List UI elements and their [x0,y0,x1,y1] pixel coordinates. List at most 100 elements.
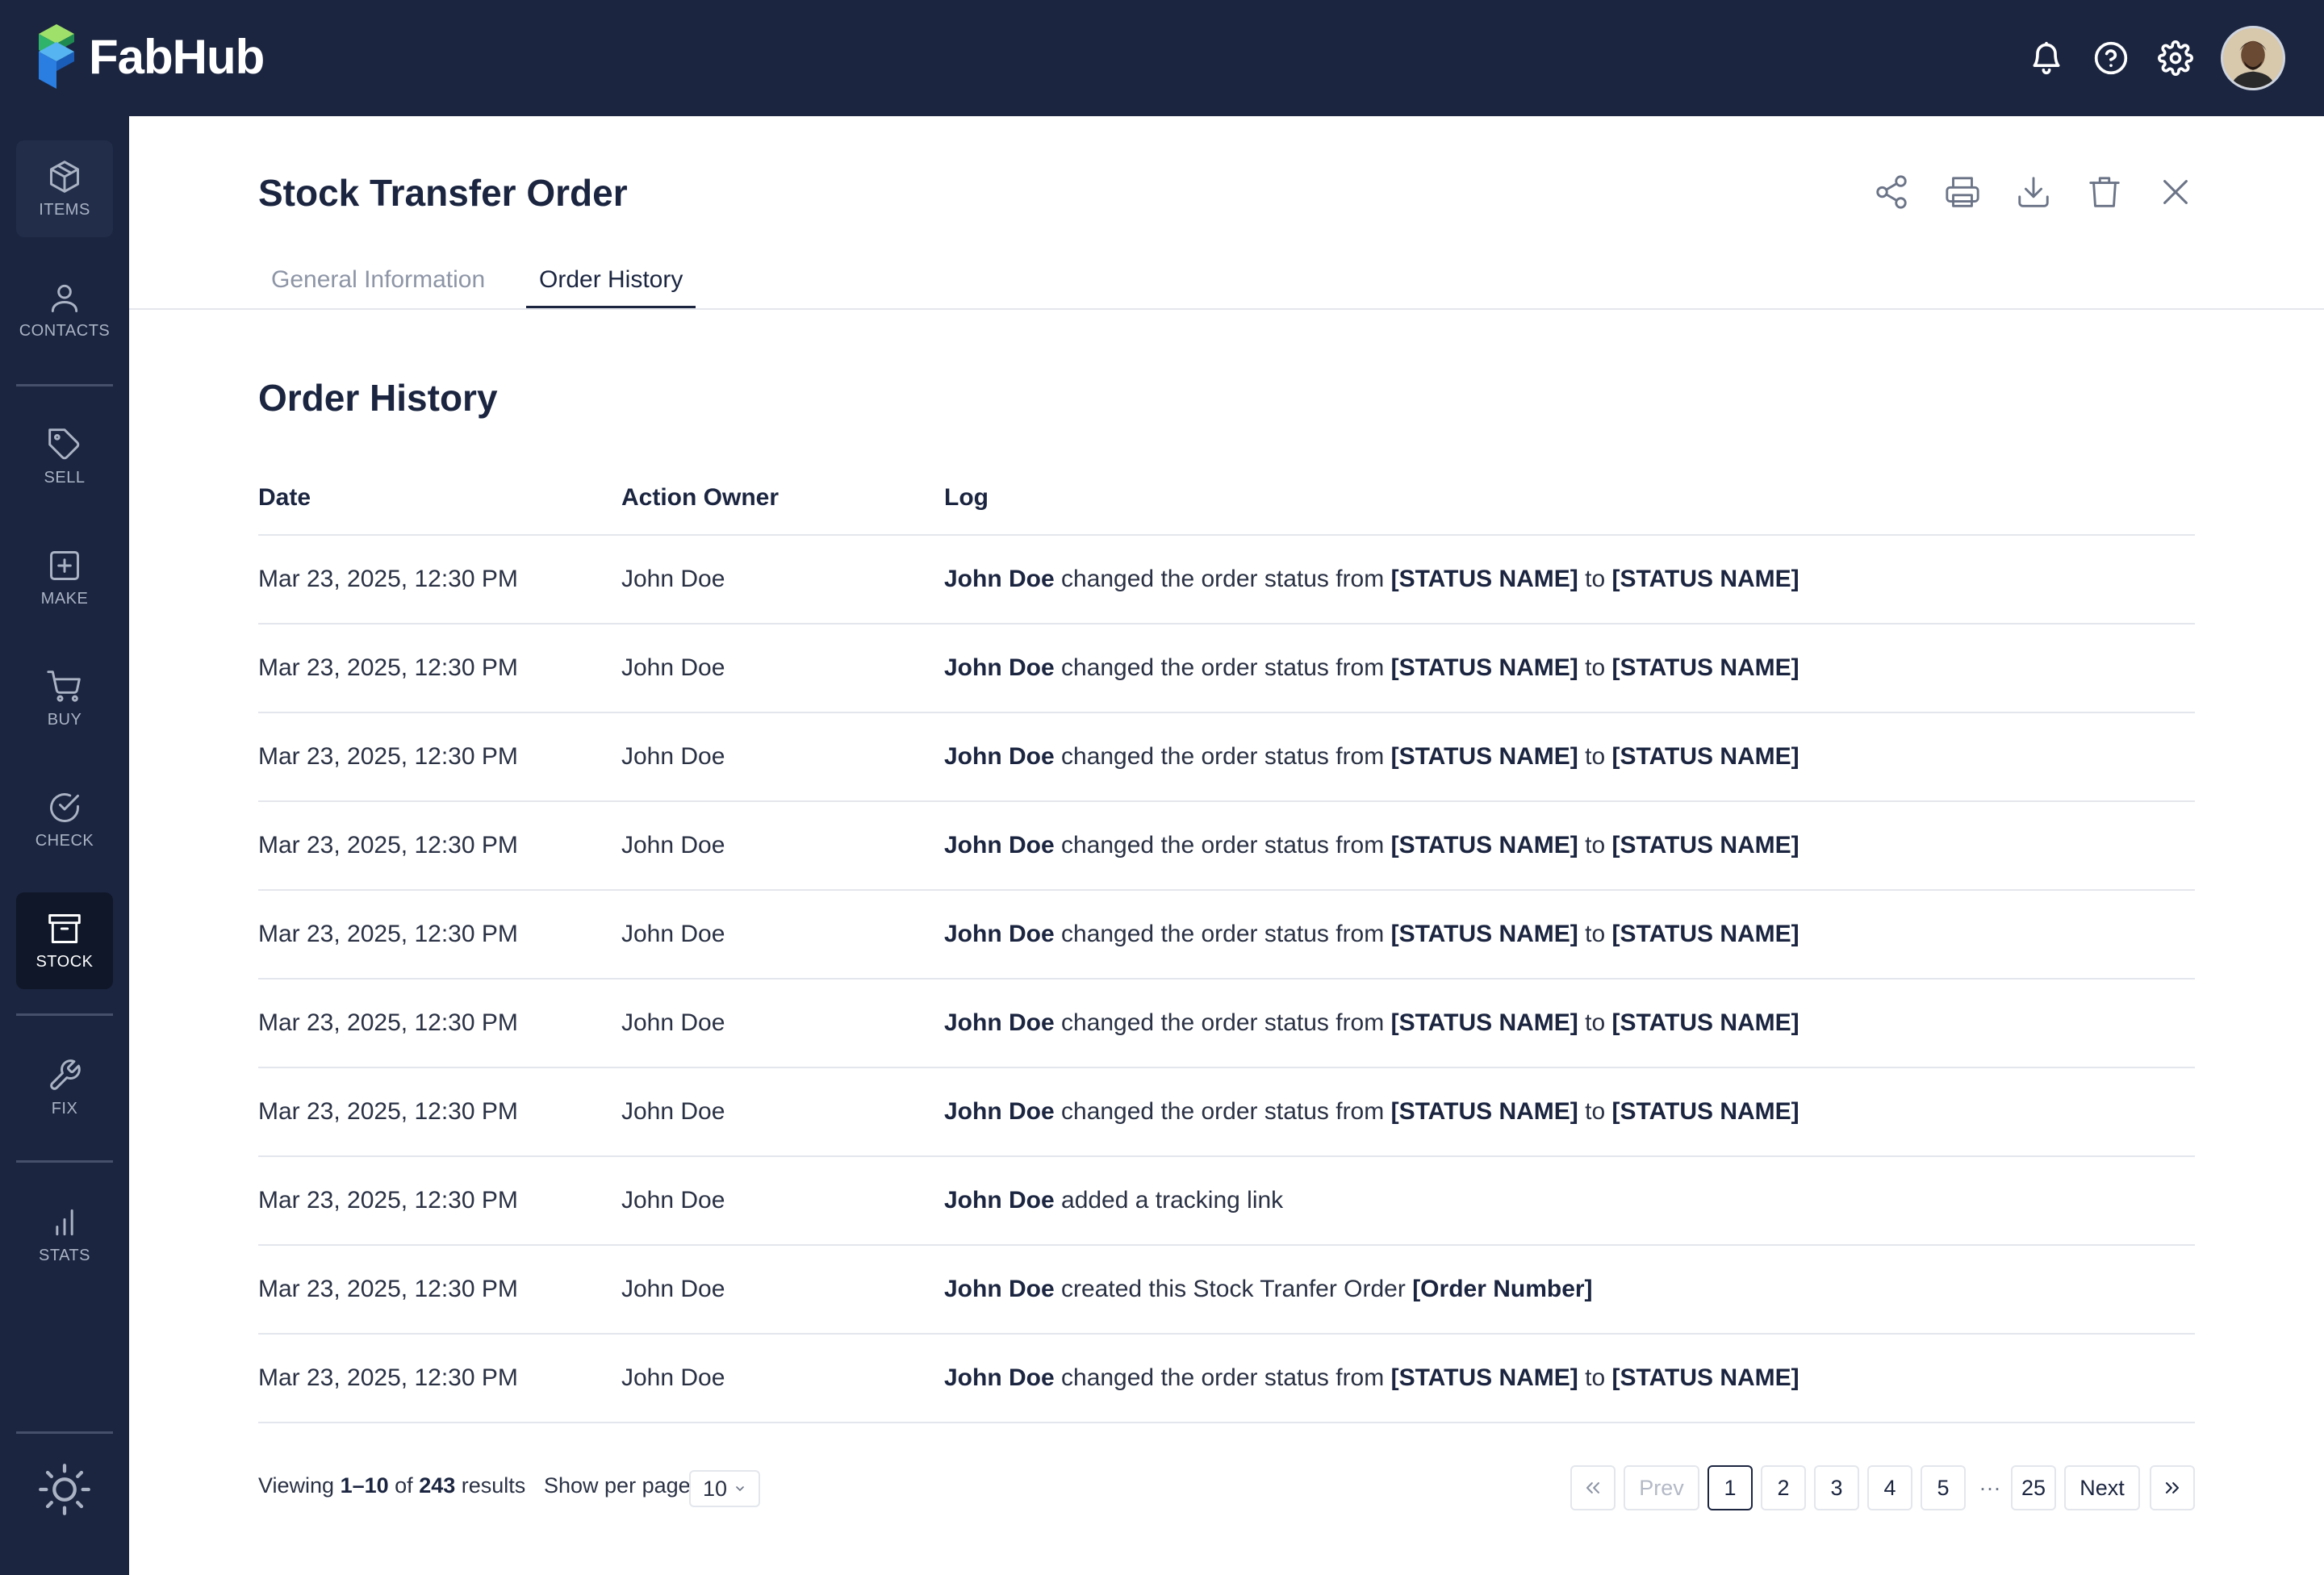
check-circle-icon [50,792,79,822]
sidebar-item-check[interactable]: CHECK [16,771,113,868]
log-b2: [STATUS NAME] [1611,654,1799,681]
log-text1: added a tracking link [1054,1187,1284,1214]
log-text1: changed the order status from [1054,1098,1391,1125]
cell-log: John Doe changed the order status from [… [944,802,1799,889]
results-range: 1–10 [340,1473,389,1498]
download-icon [2018,177,2049,207]
table-row: Mar 23, 2025, 12:30 PM John Doe John Doe c… [258,536,2195,625]
log-actor: John Doe [944,1009,1055,1036]
column-header-action-owner: Action Owner [621,484,780,511]
share-button[interactable] [1869,169,1914,215]
log-b2: [STATUS NAME] [1611,566,1799,592]
log-text1: changed the order status from [1054,921,1391,947]
table-row: Mar 23, 2025, 12:30 PM John Doe John Doe c… [258,802,2195,891]
sidebar-item-contacts[interactable]: CONTACTS [16,261,113,358]
tab-general-information[interactable]: General Information [271,266,485,310]
log-text2: to [1578,1009,1612,1036]
theme-toggle-button[interactable] [36,1460,94,1519]
page-button-1[interactable]: 1 [1707,1465,1753,1510]
cell-log: John Doe added a tracking link [944,1157,1283,1244]
pagination-ellipsis: ··· [1979,1475,2001,1500]
table-row: Mar 23, 2025, 12:30 PM John Doe John Doe c… [258,713,2195,802]
log-text2: to [1578,1364,1612,1391]
log-b1: [STATUS NAME] [1390,566,1578,592]
cell-action-owner: John Doe [621,654,725,681]
log-text1: changed the order status from [1054,1364,1391,1391]
cell-action-owner: John Doe [621,1276,725,1302]
page-button-3[interactable]: 3 [1814,1465,1859,1510]
sidebar-item-label: SELL [44,468,86,487]
tabs-divider [129,308,2324,310]
log-actor: John Doe [944,1187,1055,1214]
log-actor: John Doe [944,1364,1055,1391]
app-logo[interactable]: FabHub [36,24,265,89]
download-button[interactable] [2011,169,2056,215]
notifications-button[interactable] [2024,36,2069,81]
results-total: 243 [419,1473,456,1498]
sidebar-divider [16,1160,113,1163]
log-text2: to [1578,832,1612,859]
tab-order-history[interactable]: Order History [526,266,696,310]
page-button-4[interactable]: 4 [1867,1465,1912,1510]
user-avatar[interactable] [2221,26,2285,90]
cell-date: Mar 23, 2025, 12:30 PM [258,921,518,947]
cell-log: John Doe changed the order status from [… [944,1068,1799,1155]
sidebar-item-items[interactable]: ITEMS [16,140,113,237]
cell-date: Mar 23, 2025, 12:30 PM [258,832,518,859]
log-text2: to [1578,566,1612,592]
gear-icon [2158,40,2193,76]
top-bar: FabHub [0,0,2324,116]
viewing-prefix: Viewing [258,1473,341,1498]
cell-action-owner: John Doe [621,566,725,592]
log-b1: [STATUS NAME] [1390,1009,1578,1036]
help-button[interactable] [2088,36,2134,81]
log-b1: [STATUS NAME] [1390,654,1578,681]
log-actor: John Doe [944,921,1055,947]
sidebar-item-stats[interactable]: STATS [16,1186,113,1283]
page-button-5[interactable]: 5 [1921,1465,1966,1510]
printer-icon [1946,177,1979,207]
sidebar-item-buy[interactable]: BUY [16,650,113,747]
cell-action-owner: John Doe [621,921,725,947]
log-text1: changed the order status from [1054,1009,1391,1036]
table-row: Mar 23, 2025, 12:30 PM John Doe John Doe c… [258,1246,2195,1335]
print-button[interactable] [1940,169,1985,215]
next-page-button[interactable]: Next [2064,1465,2140,1510]
cell-log: John Doe created this Stock Tranfer Orde… [944,1246,1593,1333]
settings-button[interactable] [2153,36,2198,81]
sidebar-item-label: MAKE [40,589,89,608]
sidebar-item-make[interactable]: MAKE [16,529,113,626]
log-b1: [STATUS NAME] [1390,1364,1578,1391]
per-page-select[interactable]: 10 [689,1470,760,1507]
table-row: Mar 23, 2025, 12:30 PM John Doe John Doe c… [258,625,2195,713]
cell-date: Mar 23, 2025, 12:30 PM [258,1276,518,1302]
sun-icon [39,1464,90,1515]
page-button-2[interactable]: 2 [1761,1465,1806,1510]
log-text2: to [1578,1098,1612,1125]
sidebar-divider [16,384,113,386]
prev-page-button[interactable]: Prev [1624,1465,1699,1510]
cell-log: John Doe changed the order status from [… [944,980,1799,1067]
close-button[interactable] [2153,169,2198,215]
column-header-date: Date [258,484,311,511]
log-text1: changed the order status from [1054,654,1391,681]
log-text1: changed the order status from [1054,566,1391,592]
first-page-button[interactable] [1570,1465,1616,1510]
cell-date: Mar 23, 2025, 12:30 PM [258,1364,518,1391]
of-text: of [388,1473,420,1498]
log-actor: John Doe [944,832,1055,859]
sidebar-item-sell[interactable]: SELL [16,408,113,505]
sidebar-item-stock[interactable]: STOCK [16,892,113,989]
sidebar-item-fix[interactable]: FIX [16,1039,113,1136]
page-button-last[interactable]: 25 [2011,1465,2056,1510]
table-row: Mar 23, 2025, 12:30 PM John Doe John Doe a… [258,1157,2195,1246]
chevrons-left-icon [1586,1482,1600,1494]
cell-log: John Doe changed the order status from [… [944,625,1799,712]
last-page-button[interactable] [2150,1465,2195,1510]
log-b2: [STATUS NAME] [1611,1098,1799,1125]
delete-button[interactable] [2082,169,2127,215]
log-text1: changed the order status from [1054,832,1391,859]
cell-action-owner: John Doe [621,743,725,770]
cell-action-owner: John Doe [621,1009,725,1036]
results-summary: Viewing 1–10 of 243 results [258,1473,525,1498]
